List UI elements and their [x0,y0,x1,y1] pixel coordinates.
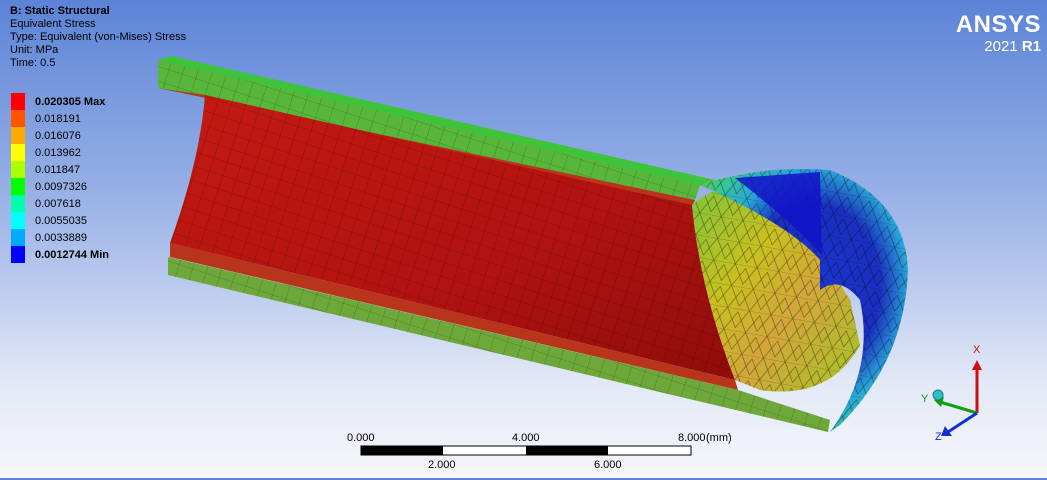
isometric-view-ball[interactable] [932,389,944,401]
scale-label-2: 2.000 [428,459,456,471]
y-axis-arrow [939,400,978,415]
y-axis-label: Y [921,393,929,405]
scale-label-6: 6.000 [594,459,622,471]
model-viewport[interactable] [0,0,1047,478]
coordinate-triad[interactable]: X Y Z [910,340,1000,445]
scale-unit: (mm) [706,432,732,444]
z-axis-arrow [947,411,978,434]
x-axis-label: X [973,344,981,356]
z-axis-label: Z [935,431,942,443]
scale-bar: 0.000 4.000 8.000 (mm) 2.000 6.000 [347,430,732,480]
scale-label-4: 4.000 [512,432,540,444]
scale-label-0: 0.000 [347,432,375,444]
scale-bar-graphic [360,445,692,456]
scale-label-8: 8.000 [678,432,706,444]
